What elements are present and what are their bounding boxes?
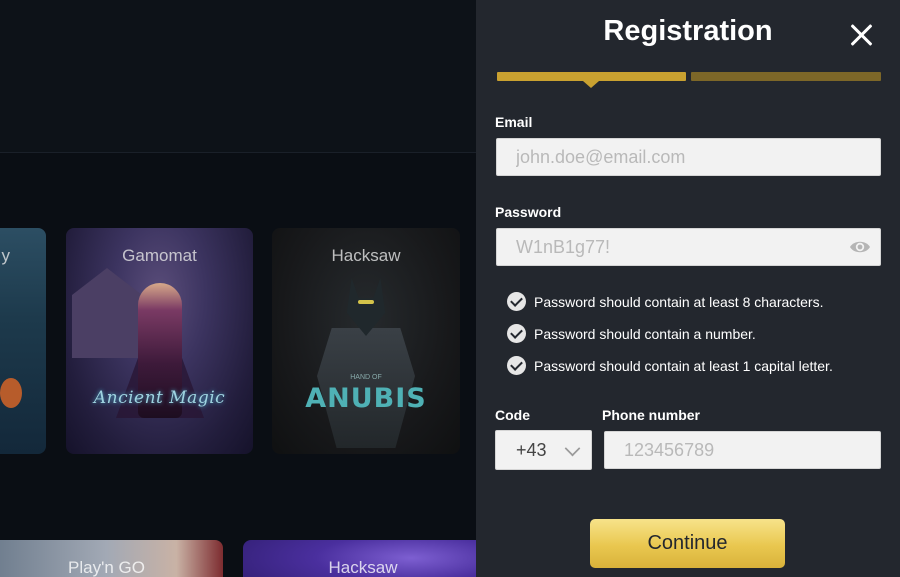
- step-indicator-inactive: [691, 72, 881, 81]
- code-label: Code: [495, 407, 530, 423]
- password-rule-text: Password should contain at least 1 capit…: [534, 357, 833, 374]
- tile-provider-label: Hacksaw: [328, 558, 398, 577]
- page: y Gamomat Ancient Magic Hacksaw HAND OF …: [0, 0, 900, 577]
- game-tile-hacksaw-2[interactable]: Hacksaw: [243, 540, 476, 577]
- game-tile-partial[interactable]: y: [0, 228, 46, 454]
- phone-field-wrapper: [604, 431, 881, 469]
- email-label: Email: [495, 114, 533, 130]
- check-circle-icon: [507, 356, 526, 375]
- continue-button[interactable]: Continue: [590, 519, 785, 568]
- password-rule-text: Password should contain at least 8 chara…: [534, 293, 824, 310]
- step-indicator-active: [497, 72, 686, 81]
- tile-provider-label: Play'n GO: [68, 558, 145, 577]
- email-field-wrapper: [496, 138, 881, 176]
- country-code-value: +43: [516, 439, 547, 460]
- password-label: Password: [495, 204, 562, 220]
- close-icon[interactable]: [847, 20, 877, 50]
- chevron-down-icon: [564, 440, 581, 457]
- password-rule: Password should contain at least 8 chara…: [507, 292, 824, 311]
- password-field-wrapper: [496, 228, 881, 266]
- step-pointer-icon: [583, 81, 599, 88]
- phone-label: Phone number: [602, 407, 701, 423]
- password-rule: Password should contain at least 1 capit…: [507, 356, 833, 375]
- game-lobby-background: y Gamomat Ancient Magic Hacksaw HAND OF …: [0, 0, 476, 577]
- game-tile-playngo[interactable]: Play'n GO: [0, 540, 223, 577]
- check-circle-icon: [507, 292, 526, 311]
- check-circle-icon: [507, 324, 526, 343]
- country-code-select[interactable]: +43: [495, 430, 592, 470]
- lobby-header: [0, 0, 476, 153]
- game-logo: ANUBIS: [305, 383, 427, 414]
- game-logo-small: HAND OF: [350, 374, 382, 381]
- game-artwork: [0, 378, 22, 408]
- game-logo: Ancient Magic: [93, 388, 226, 408]
- tile-provider-label: Hacksaw: [331, 246, 401, 265]
- registration-panel: Registration Email Password Password sho…: [476, 0, 900, 577]
- game-artwork-anubis-head: [346, 278, 386, 336]
- phone-field[interactable]: [624, 439, 880, 461]
- game-artwork-house: [72, 268, 142, 358]
- password-rule-text: Password should contain a number.: [534, 325, 756, 342]
- tile-provider-label: y: [1, 246, 11, 265]
- tile-provider-label: Gamomat: [122, 246, 197, 265]
- game-tile-gamomat[interactable]: Gamomat Ancient Magic: [66, 228, 253, 454]
- password-rule: Password should contain a number.: [507, 324, 756, 343]
- panel-title: Registration: [603, 15, 773, 47]
- email-field[interactable]: [516, 146, 880, 168]
- eye-icon[interactable]: [849, 238, 871, 256]
- game-tile-hacksaw[interactable]: Hacksaw HAND OF ANUBIS: [272, 228, 460, 454]
- password-field[interactable]: [516, 236, 880, 258]
- game-artwork-anubis-eye: [358, 300, 374, 304]
